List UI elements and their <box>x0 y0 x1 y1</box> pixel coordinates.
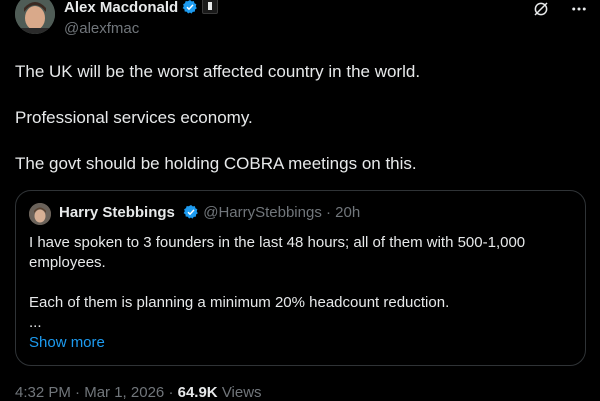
quoted-timestamp[interactable]: 20h <box>335 204 360 221</box>
quoted-author-handle[interactable]: @HarryStebbings <box>203 204 322 221</box>
quoted-author-avatar[interactable] <box>29 203 51 225</box>
show-more-link[interactable]: Show more <box>29 334 105 351</box>
tweet-actions-top <box>532 0 588 22</box>
views-count: 64.9K <box>177 384 218 401</box>
quoted-author-name[interactable]: Harry Stebbings <box>59 204 175 221</box>
verified-badge-icon <box>182 0 198 19</box>
affiliation-badge-icon[interactable] <box>202 0 219 14</box>
quoted-header: Harry Stebbings @HarryStebbings · 20h <box>59 204 360 224</box>
grok-icon[interactable] <box>532 0 550 22</box>
quoted-tweet[interactable]: Harry Stebbings @HarryStebbings · 20h I … <box>15 190 586 366</box>
quoted-avatar-image <box>29 203 51 225</box>
author-avatar[interactable] <box>15 0 55 34</box>
author-name-text[interactable]: Alex Macdonald <box>64 0 178 16</box>
quoted-verified-badge-icon <box>183 204 199 224</box>
author-handle[interactable]: @alexfmac <box>64 20 139 37</box>
quoted-text: I have spoken to 3 founders in the last … <box>29 234 526 331</box>
quoted-separator: · <box>326 204 331 221</box>
views-label: Views <box>221 384 262 401</box>
tweet-time[interactable]: 4:32 PM <box>15 384 71 401</box>
tweet-meta: 4:32 PM · Mar 1, 2026 · 64.9K Views <box>15 384 262 401</box>
more-options-icon[interactable] <box>570 0 588 22</box>
author-name[interactable]: Alex Macdonald <box>64 0 219 19</box>
meta-separator: · <box>168 384 174 401</box>
avatar-image <box>15 0 55 34</box>
tweet-text: The UK will be the worst affected countr… <box>15 62 421 173</box>
meta-separator: · <box>75 384 81 401</box>
tweet-date[interactable]: Mar 1, 2026 <box>84 384 164 401</box>
